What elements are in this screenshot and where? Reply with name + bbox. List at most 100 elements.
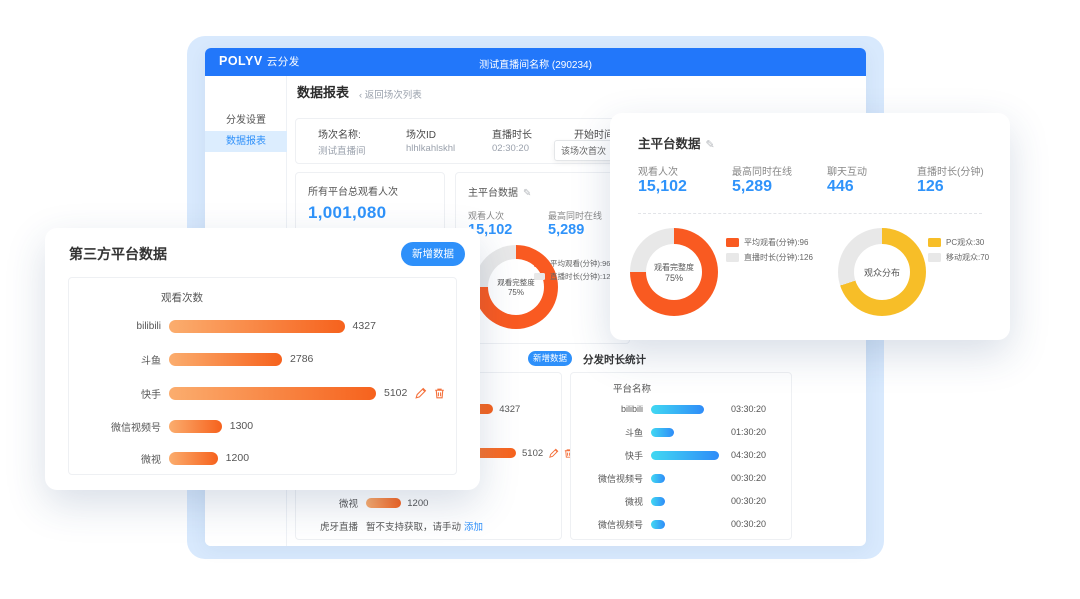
bar-row: 快手 5102 [77, 384, 446, 402]
legend-swatch-gray [726, 253, 739, 262]
bar-label: 微信视频号 [579, 472, 643, 485]
donut-center-value: 75% [508, 288, 524, 297]
stat-value: 5,289 [548, 222, 584, 238]
bar-row: 微视1200 [304, 495, 428, 511]
sidebar-item-distribution-settings[interactable]: 分发设置 [205, 110, 287, 131]
bar [651, 428, 674, 437]
bar [169, 452, 218, 465]
sidebar-item-data-report[interactable]: 数据报表 [205, 131, 287, 152]
session-id-label: 场次ID [406, 126, 436, 141]
session-id-value: hlhlkahlskhl [406, 143, 455, 154]
bar-label: bilibili [77, 321, 161, 332]
donut-center-value: 75% [665, 273, 683, 283]
stat-label: 聊天互动 [827, 163, 867, 178]
duration-section-title: 分发时长统计 [583, 352, 646, 367]
bar [651, 474, 665, 483]
session-duration-label: 直播时长 [492, 126, 532, 141]
duration-value: 00:30:20 [731, 496, 766, 506]
stat-value: 5,289 [732, 178, 772, 196]
overlay-title: 第三方平台数据 [69, 244, 167, 264]
bar [651, 451, 719, 460]
bar-row: 微视 1200 [77, 449, 249, 467]
bar-label: bilibili [579, 404, 643, 414]
edit-pencil-icon[interactable]: ✎ [706, 139, 715, 151]
bar-row: 斗鱼 2786 [77, 350, 313, 368]
legend-item: 直播时长(分钟):126 [726, 252, 813, 263]
legend-label: 移动观众:70 [946, 252, 989, 263]
session-name-value: 测试直播间 [318, 143, 366, 157]
legend-swatch-yellow [928, 238, 941, 247]
bar [169, 420, 222, 433]
legend-swatch-gray [534, 273, 545, 280]
legend-item: 移动观众:70 [928, 252, 989, 263]
bar-label: 快手 [77, 386, 161, 401]
session-duration-value: 02:30:20 [492, 143, 529, 154]
chart-title: 观看次数 [161, 290, 203, 305]
edit-pencil-icon[interactable]: ✎ [523, 188, 531, 199]
bar-label: 斗鱼 [579, 426, 643, 439]
bar-value: 1300 [230, 420, 253, 432]
bar-value: 2786 [290, 353, 313, 365]
stat-value: 15,102 [638, 178, 687, 196]
bar-label: 微视 [579, 495, 643, 508]
total-views-value: 1,001,080 [308, 203, 386, 223]
bar-value: 5102 [522, 448, 543, 459]
total-views-label: 所有平台总观看人次 [308, 183, 398, 198]
duration-value: 00:30:20 [731, 519, 766, 529]
back-link[interactable]: ‹ 返回场次列表 [359, 87, 422, 101]
legend-item: 平均观看(分钟):96 [726, 237, 808, 248]
bar [169, 387, 376, 400]
bar [651, 405, 704, 414]
window-header: POLYV云分发 测试直播间名称 (290234) [205, 48, 866, 76]
huya-platform-label: 虎牙直播 [304, 519, 358, 533]
stat-label: 观看人次 [468, 209, 504, 222]
stat-label: 最高同时在线 [548, 209, 602, 222]
duration-row: 斗鱼 01:30:20 [579, 424, 785, 440]
page-title: 数据报表 [297, 82, 349, 101]
bar-value: 1200 [226, 452, 249, 464]
bar-row: 微信视频号1300 [77, 417, 253, 435]
duration-value: 04:30:20 [731, 450, 766, 460]
bar-label: 斗鱼 [77, 352, 161, 367]
add-data-button[interactable]: 新增数据 [401, 242, 465, 266]
duration-value: 00:30:20 [731, 473, 766, 483]
duration-row: 微信视频号 00:30:20 [579, 470, 785, 486]
bar-value: 1200 [407, 498, 428, 509]
legend-item: PC观众:30 [928, 237, 984, 248]
edit-pencil-icon[interactable] [548, 448, 559, 459]
edit-pencil-icon[interactable] [414, 387, 427, 400]
stat-label: 观看人次 [638, 163, 678, 178]
bar-value: 4327 [499, 404, 520, 415]
divider [638, 213, 982, 214]
bar-label: 微视 [77, 451, 161, 466]
bar-value: 5102 [384, 387, 407, 399]
completion-donut-chart: 观看完整度 75% [630, 228, 718, 316]
legend-item: 平均观看(分钟):96 [534, 258, 610, 269]
huya-add-link[interactable]: 添加 [464, 519, 483, 533]
delete-trash-icon[interactable] [433, 387, 446, 400]
bar [169, 320, 345, 333]
stat-label: 最高同时在线 [732, 163, 792, 178]
third-party-chart-box: 观看次数 bilibili 4327 斗鱼 2786 快手 5102 微信视频号130… [68, 277, 457, 475]
overlay-title: 主平台数据 [638, 137, 701, 151]
legend-swatch-gray [928, 253, 941, 262]
legend-label: 平均观看(分钟):96 [744, 237, 808, 248]
add-data-button[interactable]: 新增数据 [528, 351, 572, 366]
duration-row: 微视 00:30:20 [579, 493, 785, 509]
duration-row: bilibili03:30:20 [579, 401, 785, 417]
donut-center-label: 观众分布 [864, 266, 900, 279]
huya-note-row: 虎牙直播暂不支持获取，请手动添加 [304, 518, 483, 534]
duration-value: 01:30:20 [731, 427, 766, 437]
legend-label: PC观众:30 [946, 237, 984, 248]
session-name-label: 场次名称: [318, 126, 361, 141]
bar [169, 353, 282, 366]
bar [651, 520, 665, 529]
main-platform-card: 主平台数据✎ 观看人次 15,102 最高同时在线 5,289 观看完整度 75… [455, 172, 630, 344]
legend-swatch-orange [726, 238, 739, 247]
main-platform-title: 主平台数据 [468, 188, 518, 199]
stat-value: 446 [827, 178, 854, 196]
bar-row: bilibili 4327 [77, 317, 376, 335]
legend-label: 直播时长(分钟):126 [550, 271, 615, 282]
bar-value: 4327 [353, 320, 376, 332]
third-party-overlay-card: 第三方平台数据 新增数据 观看次数 bilibili 4327 斗鱼 2786 快手… [45, 228, 480, 490]
